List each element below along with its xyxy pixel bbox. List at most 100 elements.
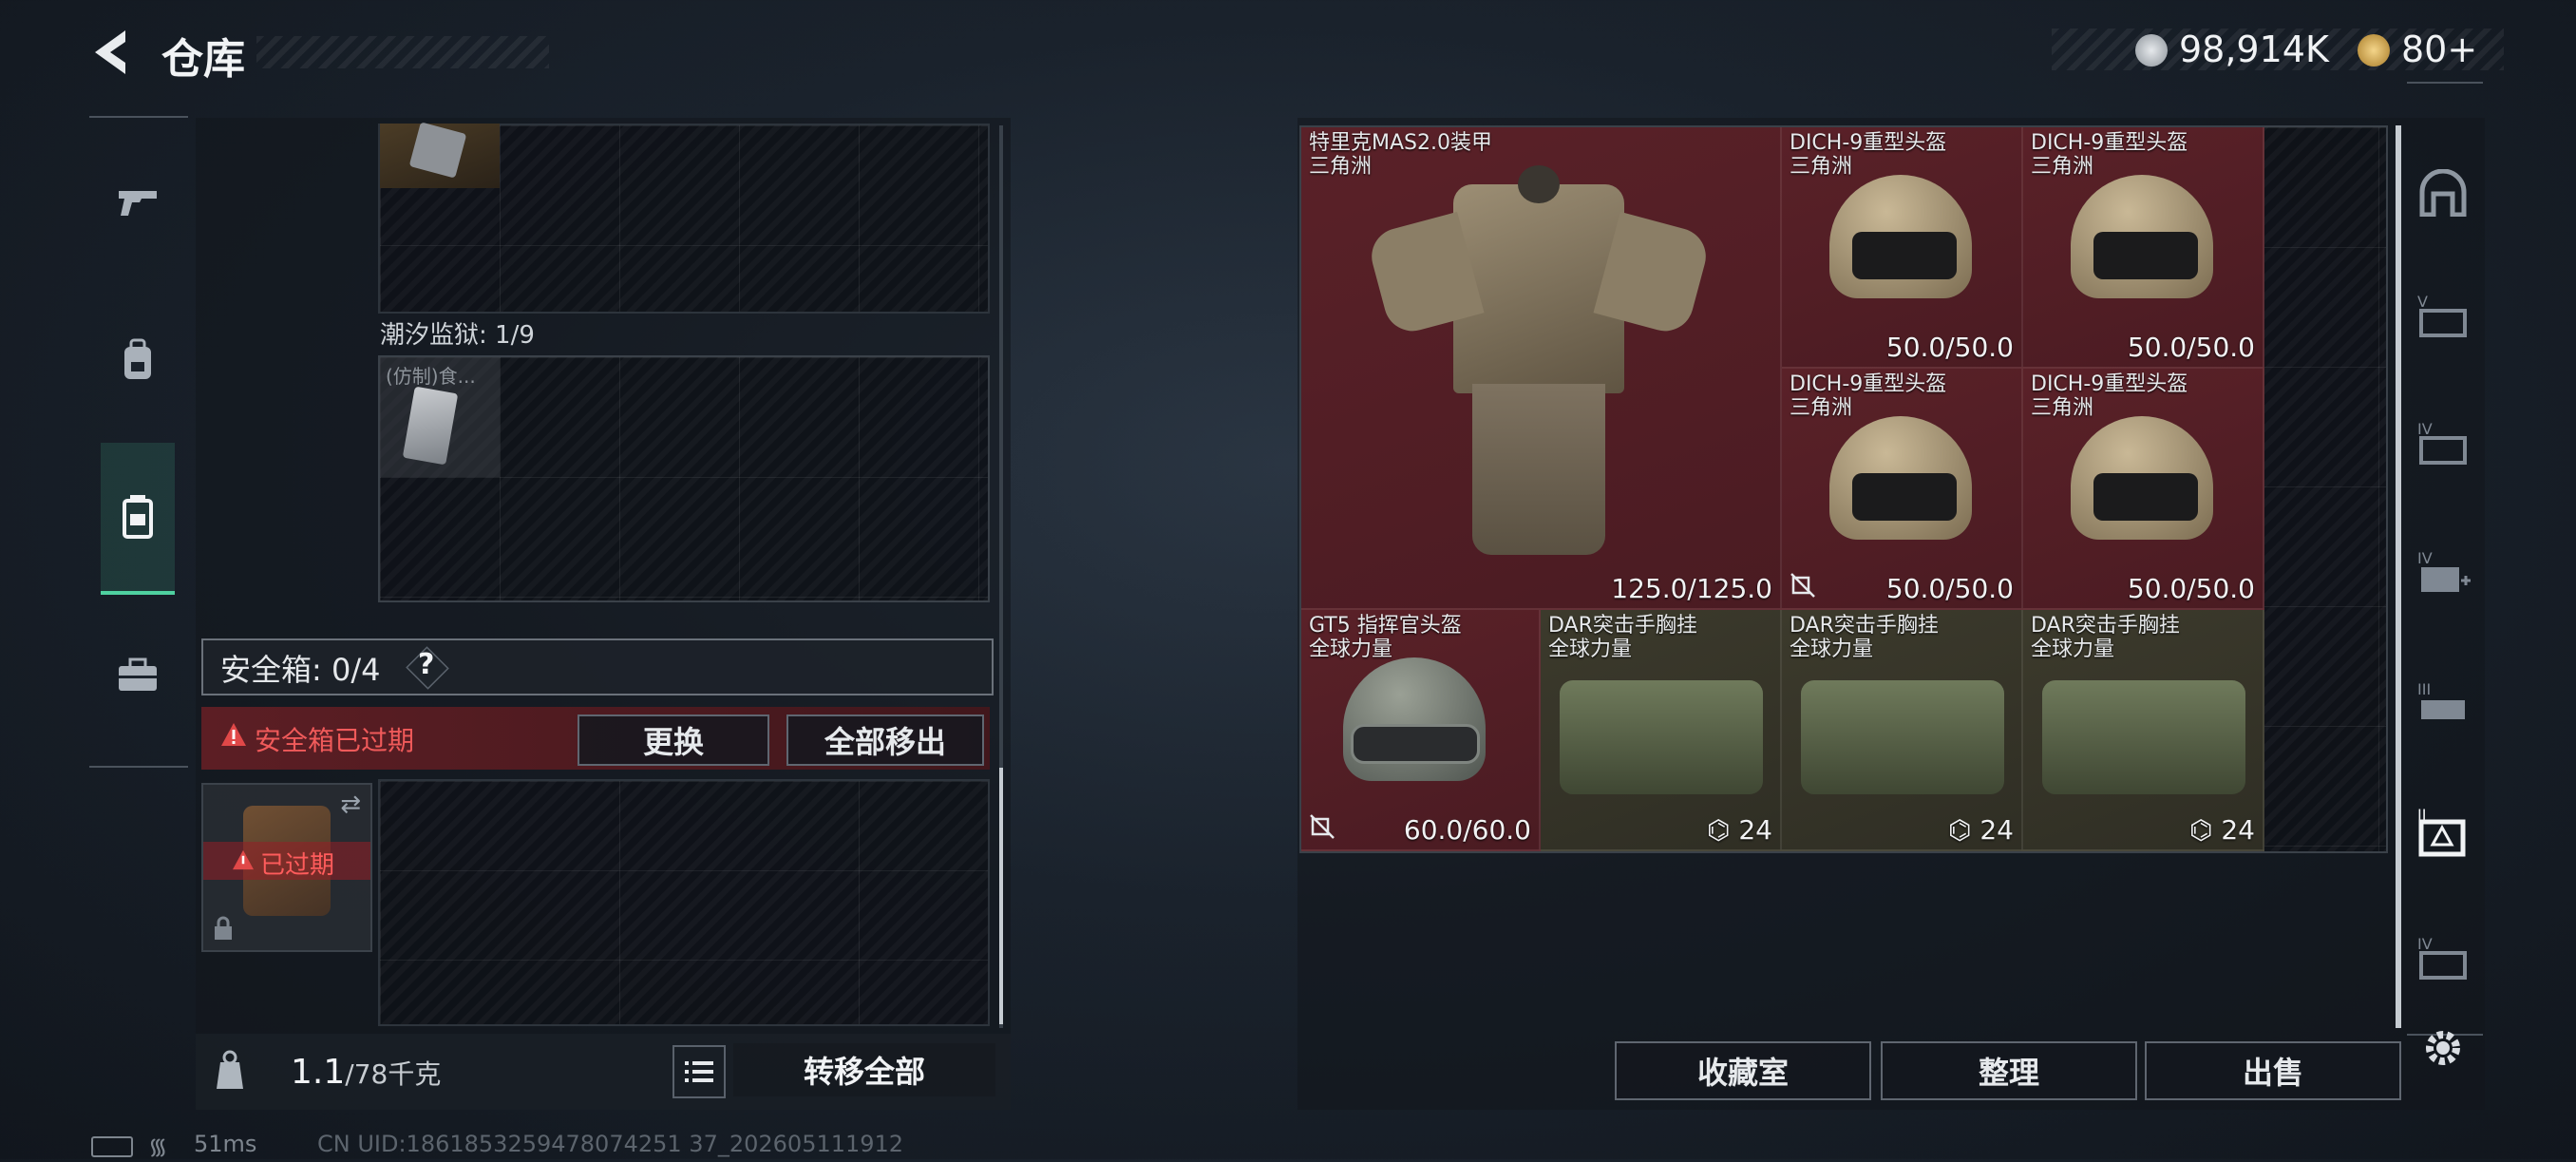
- ping-text: 51ms: [194, 1131, 257, 1157]
- list-view-button[interactable]: [672, 1045, 726, 1098]
- item-name: GT5 指挥官头盔 全球力量: [1309, 614, 1462, 661]
- gold-coin-icon: [2358, 34, 2390, 67]
- sell-button[interactable]: 出售: [2145, 1041, 2401, 1100]
- item-capacity: ⌬ 24: [2189, 814, 2255, 846]
- page-title: 仓库: [161, 35, 245, 84]
- chest-rig-graphic: [2042, 680, 2245, 794]
- storage-item-helmet-4[interactable]: DICH-9重型头盔 三角洲 50.0/50.0: [2023, 369, 2264, 610]
- storage-item-helmet-2[interactable]: DICH-9重型头盔 三角洲 50.0/50.0: [2023, 127, 2264, 369]
- prison-item-name: (仿制)食...: [386, 365, 476, 388]
- swap-icon[interactable]: ⇄: [340, 791, 361, 819]
- prison-label: 潮汐监狱: 1/9: [380, 321, 535, 350]
- settings-icon: [2426, 1031, 2460, 1065]
- storage-item-armor[interactable]: 特里克MAS2.0装甲 三角洲 125.0/125.0: [1301, 127, 1782, 610]
- svg-text:IV: IV: [2417, 549, 2433, 567]
- storage-item-helmet-3[interactable]: DICH-9重型头盔 三角洲 50.0/50.0: [1782, 369, 2023, 610]
- storage-item-chest-rig-2[interactable]: DAR突击手胸挂 全球力量 ⌬ 24: [1782, 610, 2023, 851]
- sort-button[interactable]: 整理: [1881, 1041, 2137, 1100]
- warning-icon: [220, 722, 247, 751]
- replace-button[interactable]: 更换: [578, 714, 769, 766]
- sidebar-item-weapons[interactable]: [101, 131, 175, 274]
- stash-iii-icon: III: [2417, 680, 2465, 719]
- goggles-graphic: [1351, 724, 1480, 764]
- expired-warning-text: 安全箱已过期: [255, 725, 415, 756]
- collection-button[interactable]: 收藏室: [1615, 1041, 1871, 1100]
- svg-text:III: III: [2417, 680, 2431, 698]
- help-label: ?: [418, 648, 435, 681]
- item-durability: 50.0/50.0: [2127, 573, 2255, 604]
- safebox-grid[interactable]: [378, 779, 990, 1026]
- battery-icon: [91, 1136, 133, 1157]
- tab-home[interactable]: [2413, 160, 2473, 226]
- item-durability: 50.0/50.0: [2127, 332, 2255, 363]
- prison-item[interactable]: (仿制)食...: [380, 357, 500, 477]
- weight-icon: [211, 1049, 249, 1095]
- chest-rig-graphic: [1801, 680, 2004, 794]
- item-name: DAR突击手胸挂 全球力量: [1790, 614, 1939, 661]
- tab-stash-ii-active[interactable]: II: [2413, 798, 2473, 865]
- storage-item-chest-rig-3[interactable]: DAR突击手胸挂 全球力量 ⌬ 24: [2023, 610, 2264, 851]
- transfer-all-button[interactable]: 转移全部: [733, 1043, 995, 1096]
- backpack-icon: [124, 338, 151, 379]
- no-trade-icon: [1309, 813, 1335, 844]
- uid-text: CN UID:1861853259478074251 37_2026051119…: [317, 1131, 904, 1157]
- expired-badge-icon: [232, 849, 255, 874]
- svg-text:IV: IV: [2417, 935, 2433, 953]
- svg-text:IV: IV: [2417, 420, 2433, 438]
- storage-item-chest-rig-1[interactable]: DAR突击手胸挂 全球力量 ⌬ 24: [1541, 610, 1782, 851]
- sidebar-item-safebox[interactable]: [101, 443, 175, 595]
- tab-stash-iv-locked[interactable]: IV: [2413, 925, 2473, 992]
- back-button[interactable]: [87, 27, 135, 78]
- chest-rig-graphic: [1560, 680, 1763, 794]
- item-name: DAR突击手胸挂 全球力量: [1548, 614, 1697, 661]
- item-name: DAR突击手胸挂 全球力量: [2031, 614, 2180, 661]
- item-durability: 50.0/50.0: [1885, 573, 2014, 604]
- tab-stash-iv-plus[interactable]: IV: [2413, 540, 2473, 606]
- item-graphic: [402, 386, 459, 466]
- item-durability: 125.0/125.0: [1611, 573, 1772, 604]
- visor-graphic: [2093, 473, 2198, 521]
- stash-v-icon: V: [2417, 293, 2467, 337]
- weight-capacity: /78千克: [345, 1058, 442, 1090]
- item-name: DICH-9重型头盔 三角洲: [1790, 372, 1947, 420]
- scrollbar-left-thumb[interactable]: [999, 768, 1003, 1024]
- back-arrow-icon: [95, 30, 125, 74]
- settings-button[interactable]: [2413, 1015, 2473, 1081]
- sidebar-item-backpack[interactable]: [101, 289, 175, 431]
- gold-amount: 80+: [2401, 29, 2478, 70]
- storage-item-gt5-helmet[interactable]: GT5 指挥官头盔 全球力量 60.0/60.0: [1301, 610, 1541, 851]
- stash-iv-locked-icon: IV: [2417, 935, 2467, 980]
- item-graphic: [408, 122, 467, 179]
- item-durability: 60.0/60.0: [1403, 814, 1531, 846]
- silver-amount: 98,914K: [2179, 29, 2329, 70]
- tab-stash-v[interactable]: V: [2413, 283, 2473, 350]
- stash-iv-plus-icon: IV: [2417, 549, 2471, 592]
- safebox-slot[interactable]: ⇄ 已过期: [201, 783, 372, 952]
- gun-icon: [119, 191, 157, 216]
- armor-graphic: [1365, 165, 1713, 574]
- item-name: DICH-9重型头盔 三角洲: [2031, 131, 2188, 179]
- title-decor: [256, 36, 549, 68]
- expired-badge: 已过期: [260, 851, 335, 880]
- silver-coin-icon: [2135, 34, 2168, 67]
- visor-graphic: [1852, 473, 1957, 521]
- storage-item-helmet-1[interactable]: DICH-9重型头盔 三角洲 50.0/50.0: [1782, 127, 2023, 369]
- weight-current: 1.1: [291, 1053, 346, 1092]
- list-icon: [685, 1061, 713, 1082]
- sidebar-item-toolbox[interactable]: [101, 604, 175, 747]
- tab-stash-iii[interactable]: III: [2413, 671, 2473, 737]
- weight-value: 1.1/78千克: [291, 1053, 441, 1092]
- item-name: DICH-9重型头盔 三角洲: [1790, 131, 1947, 179]
- home-icon: [2419, 169, 2467, 217]
- scrollbar-right[interactable]: [2396, 125, 2401, 1028]
- tab-stash-iv[interactable]: IV: [2413, 410, 2473, 477]
- move-all-out-button[interactable]: 全部移出: [786, 714, 984, 766]
- toolbox-icon: [119, 657, 157, 691]
- safebox-icon: [123, 495, 153, 539]
- backpack-item-thumb[interactable]: [380, 122, 500, 188]
- item-name: DICH-9重型头盔 三角洲: [2031, 372, 2188, 420]
- visor-graphic: [1852, 232, 1957, 279]
- visor-graphic: [2093, 232, 2198, 279]
- lock-icon: [213, 916, 234, 944]
- item-capacity: ⌬ 24: [1707, 814, 1772, 846]
